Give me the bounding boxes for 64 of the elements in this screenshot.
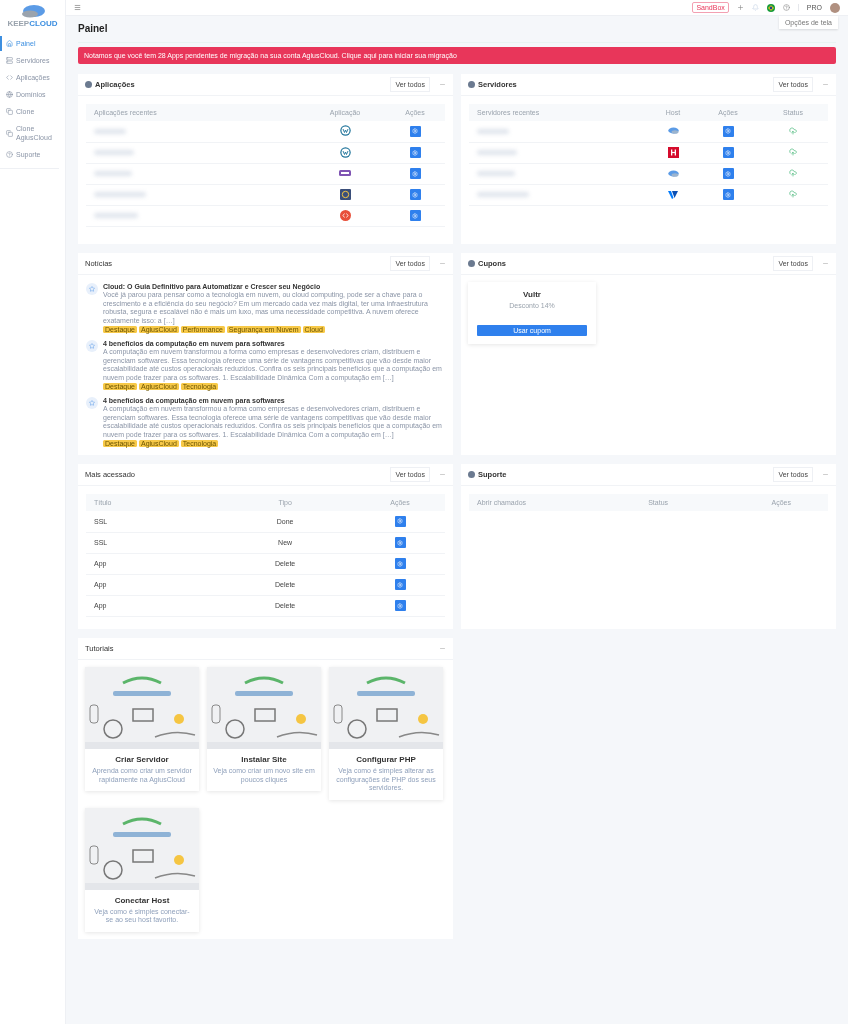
wordpress-icon (339, 125, 351, 137)
copy-icon (6, 129, 13, 137)
action-button[interactable] (722, 189, 734, 200)
wordpress-icon (339, 146, 351, 158)
copy-icon (6, 108, 13, 115)
section-icon (85, 81, 92, 88)
action-button[interactable] (409, 147, 421, 158)
gear-icon (725, 170, 731, 177)
tutorial-title: Conectar Host (113, 895, 171, 905)
action-button[interactable] (394, 515, 406, 527)
app-icon (339, 188, 351, 200)
gear-icon (397, 602, 403, 609)
gear-icon (412, 149, 418, 156)
gear-icon (412, 191, 418, 198)
cloud-upload-icon (789, 169, 797, 177)
cloud-upload-icon (789, 190, 797, 198)
gear-icon (725, 128, 731, 135)
action-button[interactable] (394, 579, 406, 590)
action-button[interactable] (722, 147, 734, 158)
blurred-name (477, 128, 509, 134)
section-icon (468, 260, 475, 267)
action-button[interactable] (409, 168, 421, 179)
action-button[interactable] (409, 125, 421, 137)
action-button[interactable] (394, 558, 406, 569)
menu-icon[interactable] (74, 4, 81, 11)
action-button[interactable] (409, 210, 421, 221)
action-button[interactable] (722, 168, 734, 179)
cloud-upload-icon (789, 126, 797, 135)
cloud-icon (667, 169, 679, 177)
cloud-icon (667, 127, 679, 135)
chevron-logo-icon (668, 189, 678, 199)
action-button[interactable] (394, 537, 406, 548)
gear-icon (397, 560, 403, 567)
gear-icon (412, 170, 418, 177)
action-button[interactable] (722, 125, 734, 137)
blurred-name (94, 128, 126, 134)
logo-text: KEEPCLOUD (7, 19, 58, 28)
gear-icon (412, 128, 418, 135)
avatar[interactable] (830, 2, 840, 13)
gear-icon (397, 581, 403, 588)
tutorial-title: Criar Servidor (114, 755, 170, 764)
tutorial-title: Instalar Site (240, 755, 288, 764)
logo-icon (19, 4, 46, 18)
gear-icon (725, 149, 731, 156)
gear-icon (725, 191, 731, 198)
action-button[interactable] (394, 600, 406, 611)
shop-icon (339, 169, 351, 177)
tutorial-title: Configurar PHP (355, 755, 417, 764)
coupon-name: Vultr (523, 290, 541, 299)
gear-icon (397, 539, 403, 546)
section-icon (468, 471, 475, 478)
code-icon (339, 209, 351, 221)
action-button[interactable] (409, 189, 421, 200)
gear-icon (397, 518, 403, 525)
help-icon (6, 151, 13, 158)
section-icon (468, 81, 475, 88)
home-icon (6, 40, 13, 47)
gear-icon (412, 212, 418, 219)
flag-icon[interactable] (766, 3, 775, 12)
globe-icon (6, 91, 13, 98)
hotel-sign-icon (667, 146, 679, 158)
cloud-upload-icon (789, 148, 797, 156)
code-icon (6, 74, 13, 81)
server-icon (6, 57, 13, 64)
